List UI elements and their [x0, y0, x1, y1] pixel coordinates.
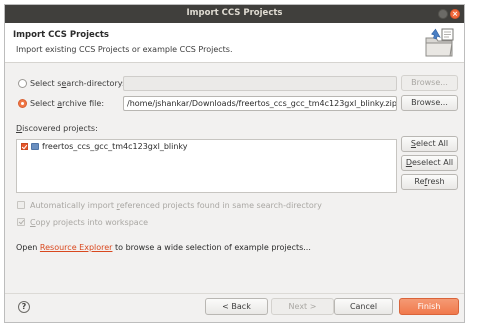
copy-projects-option[interactable]: Copy projects into workspace — [17, 218, 148, 227]
deselect-all-button[interactable]: Deselect All — [401, 155, 458, 171]
project-name: freertos_ccs_gcc_tm4c123gxl_blinky — [42, 142, 188, 151]
search-directory-field[interactable] — [123, 76, 397, 91]
label-part: opy projects into workspace — [35, 218, 149, 227]
label-part: Automatically import — [30, 201, 117, 210]
import-dialog: Import CCS Projects × Import CCS Project… — [4, 4, 465, 323]
title-bar: Import CCS Projects × — [5, 5, 464, 23]
label-part: eferenced projects found in same search-… — [119, 201, 322, 210]
auto-import-option[interactable]: Automatically import referenced projects… — [17, 201, 322, 210]
copy-projects-checkbox[interactable] — [17, 218, 25, 226]
list-item[interactable]: freertos_ccs_gcc_tm4c123gxl_blinky — [21, 142, 188, 154]
header-description: Import existing CCS Projects or example … — [16, 45, 233, 54]
archive-file-field[interactable]: /home/jshankar/Downloads/freertos_ccs_gc… — [123, 96, 397, 111]
help-icon[interactable]: ? — [18, 301, 30, 313]
refresh-button[interactable]: Refresh — [401, 174, 458, 190]
wizard-header: Import CCS Projects Import existing CCS … — [5, 23, 464, 63]
browse-archive-button[interactable]: Browse... — [401, 95, 458, 111]
footer-divider — [5, 293, 464, 294]
minimize-button[interactable] — [438, 9, 448, 19]
resource-explorer-link[interactable]: Resource Explorer — [40, 243, 113, 252]
project-folder-icon — [31, 143, 39, 150]
label-part: Re — [414, 177, 425, 186]
label-part: to browse a wide selection of example pr… — [112, 243, 311, 252]
search-directory-radio[interactable] — [18, 79, 27, 88]
window-title: Import CCS Projects — [186, 8, 283, 18]
cancel-button[interactable]: Cancel — [334, 298, 393, 315]
auto-import-checkbox[interactable] — [17, 201, 25, 209]
discovered-projects-label: Discovered projects: — [16, 124, 98, 133]
label-part: resh — [427, 177, 445, 186]
label-part: Select — [30, 99, 58, 108]
archive-file-radio[interactable] — [18, 99, 27, 108]
resource-explorer-text: Open Resource Explorer to browse a wide … — [16, 243, 311, 252]
archive-file-label: Select archive file: — [30, 99, 104, 108]
back-button[interactable]: < Back — [205, 298, 268, 315]
close-button[interactable]: × — [450, 9, 460, 19]
label-part: rchive file: — [62, 99, 105, 108]
browse-directory-button[interactable]: Browse... — [401, 75, 458, 91]
label-part: iscovered projects: — [22, 124, 98, 133]
label-part: elect All — [416, 139, 449, 148]
select-all-button[interactable]: Select All — [401, 136, 458, 152]
close-icon: × — [452, 10, 458, 18]
label-part: Select s — [30, 79, 62, 88]
label-part: Open — [16, 243, 40, 252]
label-part: arch-directory: — [66, 79, 125, 88]
next-button[interactable]: Next > — [271, 298, 334, 315]
discovered-projects-list[interactable]: freertos_ccs_gcc_tm4c123gxl_blinky — [16, 139, 397, 193]
import-wizard-icon — [422, 26, 456, 60]
label-part: eselect All — [412, 158, 454, 167]
search-directory-label: Select search-directory: — [30, 79, 125, 88]
project-checkbox[interactable] — [21, 143, 28, 150]
header-title: Import CCS Projects — [13, 30, 109, 40]
finish-button[interactable]: Finish — [399, 298, 459, 315]
